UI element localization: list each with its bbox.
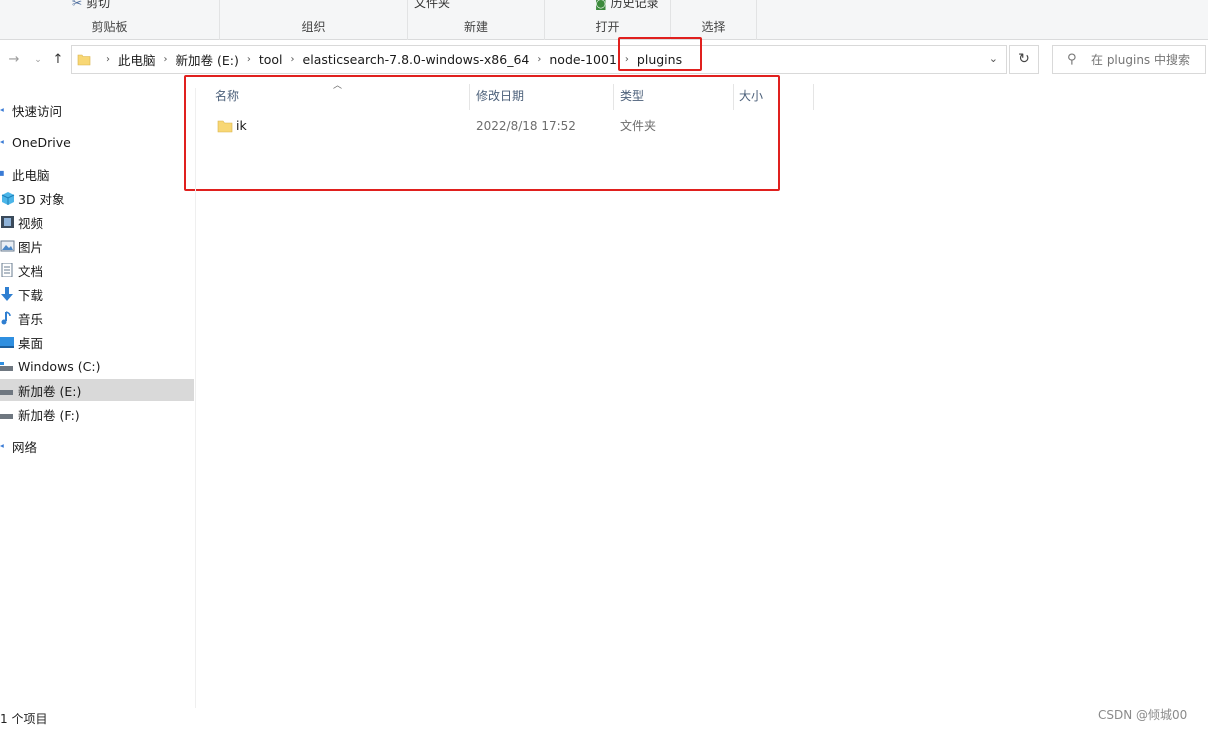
chevron-right-icon[interactable]: › bbox=[291, 54, 295, 65]
star-icon bbox=[0, 108, 4, 112]
ribbon-group-clipboard: ✂ 剪切 剪贴板 bbox=[0, 0, 220, 40]
cube-icon bbox=[1, 192, 15, 205]
nav-item-music[interactable]: 音乐 bbox=[0, 307, 194, 329]
chevron-right-icon[interactable]: › bbox=[537, 54, 541, 65]
nav-item-documents[interactable]: 文档 bbox=[0, 259, 194, 281]
drive-icon bbox=[0, 362, 13, 371]
picture-icon bbox=[0, 240, 15, 252]
file-name: ik bbox=[236, 118, 247, 133]
column-divider[interactable] bbox=[469, 84, 470, 110]
nav-item-pictures[interactable]: 图片 bbox=[0, 235, 194, 257]
video-icon bbox=[1, 216, 14, 228]
watermark: CSDN @倾城00 bbox=[1098, 708, 1188, 722]
search-box[interactable]: ⚲ bbox=[1052, 45, 1206, 74]
recent-dropdown-icon[interactable]: ⌄ bbox=[30, 52, 46, 68]
up-arrow-icon[interactable]: ↑ bbox=[50, 52, 66, 68]
cut-button[interactable]: ✂ 剪切 bbox=[72, 0, 110, 11]
breadcrumb-item[interactable]: 此电脑 bbox=[118, 50, 156, 69]
breadcrumb-item[interactable]: 新加卷 (E:) bbox=[176, 50, 239, 69]
folder-icon bbox=[217, 120, 233, 133]
new-folder-button[interactable]: 文件夹 bbox=[414, 0, 450, 11]
breadcrumb: › 此电脑 › 新加卷 (E:) › tool › elasticsearch-… bbox=[98, 46, 682, 73]
refresh-button[interactable]: ↻ bbox=[1009, 45, 1039, 74]
nav-item-quick-access[interactable]: 快速访问 bbox=[0, 99, 194, 121]
nav-item-desktop[interactable]: 桌面 bbox=[0, 331, 194, 353]
ribbon-group-label: 选择 bbox=[701, 20, 726, 34]
network-icon bbox=[0, 444, 4, 448]
refresh-icon: ↻ bbox=[1018, 51, 1030, 67]
folder-icon bbox=[77, 54, 91, 66]
music-icon bbox=[1, 311, 11, 325]
column-header-type[interactable]: 类型 bbox=[620, 84, 644, 108]
ribbon: ✂ 剪切 剪贴板 组织 文件夹 新建 ◙ 历史记录 打开 选择 bbox=[0, 0, 1208, 40]
sort-ascending-icon: ︿ bbox=[333, 81, 343, 91]
nav-item-drive-c[interactable]: Windows (C:) bbox=[0, 355, 194, 377]
search-input[interactable] bbox=[1091, 50, 1203, 69]
chevron-right-icon: › bbox=[106, 54, 110, 65]
back-arrow-icon[interactable]: → bbox=[6, 52, 22, 68]
chevron-right-icon[interactable]: › bbox=[625, 54, 629, 65]
column-divider[interactable] bbox=[813, 84, 814, 110]
file-type: 文件夹 bbox=[620, 119, 657, 133]
download-icon bbox=[1, 287, 13, 301]
ribbon-group-label: 新建 bbox=[463, 20, 488, 34]
column-divider[interactable] bbox=[733, 84, 734, 110]
nav-item-this-pc[interactable]: 此电脑 bbox=[0, 163, 194, 185]
chevron-right-icon[interactable]: › bbox=[164, 54, 168, 65]
breadcrumb-item[interactable]: tool bbox=[259, 52, 283, 67]
cloud-icon bbox=[0, 140, 4, 144]
navigation-pane: 快速访问 OneDrive 此电脑 3D 对象 视频 图片 文档 下载 音乐 桌… bbox=[0, 88, 196, 708]
ribbon-group-new: 文件夹 新建 bbox=[408, 0, 545, 40]
breadcrumb-item-current[interactable]: plugins bbox=[637, 52, 682, 67]
nav-item-3d-objects[interactable]: 3D 对象 bbox=[0, 187, 194, 209]
drive-icon bbox=[0, 414, 13, 419]
history-icon: ◙ bbox=[595, 0, 607, 10]
column-header-size[interactable]: 大小 bbox=[739, 84, 763, 108]
breadcrumb-item[interactable]: elasticsearch-7.8.0-windows-x86_64 bbox=[303, 52, 530, 67]
nav-item-videos[interactable]: 视频 bbox=[0, 211, 194, 233]
status-item-count: 1 个项目 bbox=[0, 712, 48, 726]
computer-icon bbox=[0, 170, 4, 176]
chevron-down-icon[interactable]: ⌄ bbox=[989, 52, 998, 65]
address-bar[interactable]: › 此电脑 › 新加卷 (E:) › tool › elasticsearch-… bbox=[71, 45, 1007, 74]
nav-item-drive-f[interactable]: 新加卷 (F:) bbox=[0, 403, 194, 425]
ribbon-group-open: ◙ 历史记录 打开 bbox=[545, 0, 671, 40]
file-row[interactable]: ik 2022/8/18 17:52 文件夹 bbox=[210, 115, 770, 137]
search-icon: ⚲ bbox=[1067, 52, 1077, 67]
nav-item-drive-e[interactable]: 新加卷 (E:) bbox=[0, 379, 194, 401]
nav-item-network[interactable]: 网络 bbox=[0, 435, 194, 457]
ribbon-group-label: 打开 bbox=[595, 20, 620, 34]
column-header-name[interactable]: 名称 bbox=[215, 84, 239, 108]
column-header-modified[interactable]: 修改日期 bbox=[476, 84, 524, 108]
nav-item-downloads[interactable]: 下载 bbox=[0, 283, 194, 305]
address-row: → ⌄ ↑ › 此电脑 › 新加卷 (E:) › tool › elastics… bbox=[0, 40, 1208, 80]
scissors-icon: ✂ bbox=[72, 0, 83, 10]
file-modified: 2022/8/18 17:52 bbox=[476, 119, 576, 133]
chevron-right-icon[interactable]: › bbox=[247, 54, 251, 65]
desktop-icon bbox=[0, 337, 14, 348]
breadcrumb-item[interactable]: node-1001 bbox=[549, 52, 617, 67]
column-divider[interactable] bbox=[613, 84, 614, 110]
ribbon-group-organize: 组织 bbox=[220, 0, 408, 40]
ribbon-group-select: 选择 bbox=[671, 0, 757, 40]
ribbon-group-label: 剪贴板 bbox=[91, 20, 128, 34]
drive-icon bbox=[0, 390, 13, 395]
document-icon bbox=[1, 263, 13, 277]
nav-item-onedrive[interactable]: OneDrive bbox=[0, 131, 194, 153]
history-button[interactable]: ◙ 历史记录 bbox=[595, 0, 659, 11]
ribbon-group-label: 组织 bbox=[301, 20, 326, 34]
